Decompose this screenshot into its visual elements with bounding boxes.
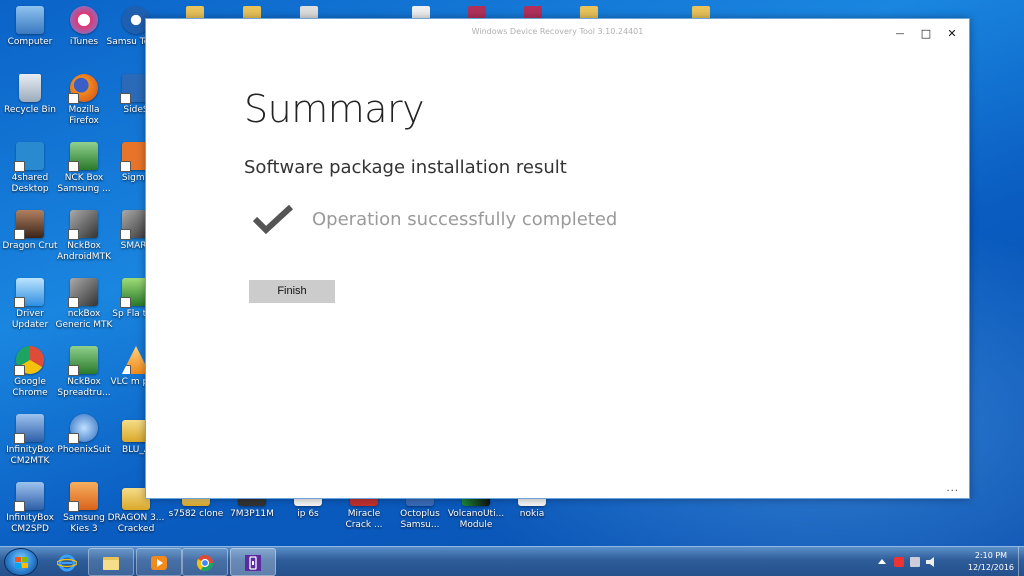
desktop-icon-label: Octoplus Samsu... (400, 509, 440, 530)
finish-button[interactable]: Finish (249, 280, 335, 303)
desktop-icon-infinitybox-mtk[interactable]: InfinityBox CM2MTK (0, 414, 60, 467)
nck-usb-icon (68, 210, 98, 240)
desktop-icon-nckbox-androidmtk[interactable]: NckBox AndroidMTK (54, 210, 114, 263)
desktop-icon-label: Samsung Kies 3 (63, 513, 105, 534)
system-tray: 2:10 PM 12/12/2016 (874, 547, 1024, 576)
desktop-icon-label: Recycle Bin (4, 105, 56, 115)
desktop-icon-label: InfinityBox CM2MTK (6, 445, 54, 466)
4shared-icon (14, 142, 44, 172)
desktop-icon-recycle-bin[interactable]: Recycle Bin (0, 74, 60, 116)
clock-time: 2:10 PM (974, 551, 1008, 560)
desktop-icon-samsung-kies[interactable]: Samsung Kies 3 (54, 482, 114, 535)
kies-icon (68, 482, 98, 512)
windows-logo-icon (15, 557, 28, 568)
desktop-icon-label: NCK Box Samsung ... (57, 173, 111, 194)
desktop-icon-label: s7582 clone (168, 509, 224, 519)
taskbar-ie[interactable] (44, 548, 90, 576)
taskbar-explorer[interactable] (88, 548, 134, 576)
window-title: Windows Device Recovery Tool 3.10.24401 (471, 27, 644, 36)
maximize-button[interactable]: □ (913, 25, 939, 43)
close-button[interactable]: ✕ (939, 25, 965, 43)
desktop-icon-label: NckBox AndroidMTK (57, 241, 111, 262)
action-center-icon[interactable] (894, 557, 904, 567)
device-recovery-icon (245, 555, 261, 571)
desktop-icon-label: Driver Updater (11, 309, 49, 330)
desktop-icon-label: VolcanoUti... Module (447, 509, 505, 530)
desktop-icon-dragon-crut[interactable]: Dragon Crut (0, 210, 60, 252)
desktop-icon-nckbox-generic[interactable]: nckBox Generic MTK (54, 278, 114, 331)
desktop-icon-nckbox-spreadtrum[interactable]: NckBox Spreadtru... (54, 346, 114, 399)
computer-icon (16, 6, 44, 34)
desktop-icon-label: ip 6s (297, 509, 319, 519)
device-recovery-window: Windows Device Recovery Tool 3.10.24401 … (145, 18, 970, 499)
desktop-icon-label: PhoenixSuit (57, 445, 111, 455)
nck-box-icon (68, 142, 98, 172)
more-options-icon[interactable]: ... (946, 483, 959, 494)
desktop-icon-phoenixsuit[interactable]: PhoenixSuit (54, 414, 114, 456)
desktop-icon-volcano[interactable]: VolcanoUti... Module (446, 494, 506, 531)
desktop-icon-chrome[interactable]: Google Chrome (0, 346, 60, 399)
desktop-icon-octoplus[interactable]: Octoplus Samsu... (390, 494, 450, 531)
desktop-icon-nck-samsung[interactable]: NCK Box Samsung ... (54, 142, 114, 195)
desktop-icon-label: nokia (519, 509, 545, 519)
dragon-icon (14, 210, 44, 240)
desktop-icon-label: iTunes (69, 37, 99, 47)
desktop-icon-label: Miracle Crack ... (345, 509, 383, 530)
desktop-icon-label: NckBox Spreadtru... (57, 377, 111, 398)
nck-usb-icon (68, 278, 98, 308)
desktop-icon-infinitybox-spd[interactable]: InfinityBox CM2SPD (0, 482, 60, 535)
desktop-icon-itunes[interactable]: iTunes (54, 6, 114, 48)
desktop-icon-miracle[interactable]: Miracle Crack ... (334, 494, 394, 531)
firefox-icon (68, 74, 98, 104)
chrome-icon (196, 555, 214, 572)
taskbar-device-recovery[interactable] (230, 548, 276, 576)
nck-box-icon (68, 346, 98, 376)
infinitybox-icon (14, 482, 44, 512)
phoenixsuit-icon (68, 414, 98, 444)
desktop-icon-driver-updater[interactable]: Driver Updater (0, 278, 60, 331)
desktop-icon-4shared[interactable]: 4shared Desktop (0, 142, 60, 195)
desktop-icon-label: Mozilla Firefox (68, 105, 100, 126)
media-player-icon (151, 556, 167, 570)
start-button[interactable] (4, 548, 38, 576)
volume-icon[interactable] (926, 557, 934, 567)
desktop-icon-label: 7M3P11M (230, 509, 274, 519)
desktop-icon-label: InfinityBox CM2SPD (6, 513, 54, 534)
show-desktop-button[interactable] (1018, 547, 1024, 576)
itunes-icon (70, 6, 98, 34)
desktop-icon-label: Dragon Crut (2, 241, 58, 251)
recycle-bin-icon (19, 74, 41, 102)
tray-arrow-icon[interactable] (878, 559, 886, 564)
infinitybox-icon (14, 414, 44, 444)
desktop-icon-label: nckBox Generic MTK (55, 309, 113, 330)
desktop-icon-computer[interactable]: Computer (0, 6, 60, 48)
section-subtitle: Software package installation result (244, 157, 567, 178)
desktop-icon-label: Google Chrome (12, 377, 48, 398)
desktop-icon-firefox[interactable]: Mozilla Firefox (54, 74, 114, 127)
desktop-icon-label: 4shared Desktop (11, 173, 49, 194)
clock[interactable]: 2:10 PM 12/12/2016 (968, 550, 1014, 574)
desktop-icon-label: Computer (7, 37, 53, 47)
page-title: Summary (244, 87, 425, 131)
taskbar: 2:10 PM 12/12/2016 (0, 546, 1024, 576)
clock-date: 12/12/2016 (967, 563, 1014, 572)
checkmark-icon (252, 204, 294, 235)
network-icon[interactable] (910, 557, 920, 567)
taskbar-media-player[interactable] (136, 548, 182, 576)
desktop-icon-label: DRAGON 3... Cracked (107, 513, 165, 534)
file-explorer-icon (103, 557, 119, 570)
status-message: Operation successfully completed (312, 209, 618, 230)
taskbar-chrome[interactable] (182, 548, 228, 576)
minimize-button[interactable]: — (887, 25, 913, 43)
chrome-icon (14, 346, 44, 376)
driver-updater-icon (14, 278, 44, 308)
internet-explorer-icon (57, 554, 77, 572)
